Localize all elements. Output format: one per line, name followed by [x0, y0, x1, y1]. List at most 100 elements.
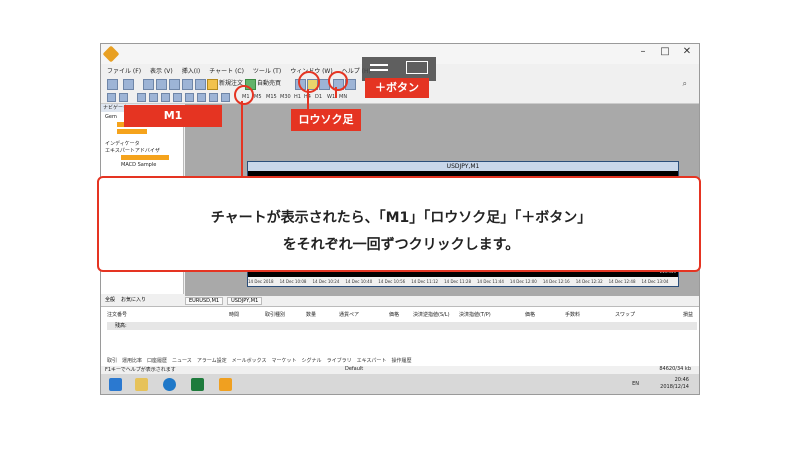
text-tool-icon[interactable]	[197, 93, 206, 102]
timeframe-m5[interactable]: M5	[254, 92, 262, 102]
col-order-no[interactable]: 注文番号	[107, 311, 127, 318]
chart-tab-eurusd[interactable]: EURUSD,M1	[185, 297, 224, 305]
nav-tab-favorites[interactable]: お気に入り	[121, 296, 146, 303]
timeframe-m15[interactable]: M15	[266, 92, 277, 102]
terminal-tabs: 取引 運用比率 口座履歴 ニュース アラーム設定 メールボックス マーケット シ…	[107, 357, 697, 366]
col-tp[interactable]: 決済指値(T/P)	[459, 311, 491, 318]
plus-button-callout: ＋ボタン	[365, 78, 429, 98]
col-size[interactable]: 数量	[306, 311, 316, 318]
masked-expert	[121, 155, 169, 160]
nav-expert-advisors[interactable]: エキスパートアドバイザ	[105, 147, 160, 154]
clock[interactable]: 20:46 2018/12/14	[660, 377, 689, 391]
maximize-icon[interactable]: □	[657, 46, 673, 57]
keyboard-icon	[406, 61, 428, 74]
time-axis-label: 14 Dec 12:16	[542, 279, 570, 284]
menu-view[interactable]: 表示 (V)	[150, 66, 173, 77]
market-watch-icon[interactable]	[143, 79, 154, 90]
navigator-icon[interactable]	[169, 79, 180, 90]
nav-indicators[interactable]: インディケータ	[105, 140, 140, 147]
status-profile: Default	[345, 366, 364, 372]
instruction-line-1: チャートが表示されたら、「M1」「ロウソク足」「＋ボタン」	[210, 210, 592, 226]
chart-tab-usdjpy[interactable]: USDJPY,M1	[227, 297, 263, 305]
col-swap[interactable]: スワップ	[615, 311, 635, 318]
status-bar: F1キーでヘルプが表示されます Default 84620/34 kb	[101, 366, 699, 374]
new-chart-icon[interactable]	[107, 79, 118, 90]
term-tab-library[interactable]: ライブラリ	[327, 357, 352, 366]
time-axis-label: 14 Dec 12:48	[608, 279, 636, 284]
time-axis-label: 14 Dec 11:28	[444, 279, 471, 284]
col-commission[interactable]: 手数料	[565, 311, 580, 318]
cursor-icon[interactable]	[107, 93, 116, 102]
crosshair-icon[interactable]	[119, 93, 128, 102]
time-axis-label: 14 Dec 13:04	[641, 279, 669, 284]
clock-time: 20:46	[674, 377, 689, 383]
language-indicator[interactable]: EN	[632, 381, 639, 387]
plus-highlight-circle	[328, 71, 348, 91]
navigator-tabs: 全般 お気に入り	[101, 294, 183, 304]
timeframe-m30[interactable]: M30	[280, 92, 291, 102]
plus-pointer-line	[335, 87, 337, 98]
term-tab-history[interactable]: 口座履歴	[147, 357, 167, 366]
term-tab-trade[interactable]: 取引	[107, 357, 117, 366]
arrows-tool-icon[interactable]	[221, 93, 230, 102]
status-help: F1キーでヘルプが表示されます	[105, 367, 176, 373]
term-tab-journal[interactable]: 操作履歴	[391, 357, 411, 366]
window-controls: – □ ✕	[635, 46, 695, 57]
masked-account	[117, 129, 147, 134]
nav-macd-sample[interactable]: MACD Sample	[121, 162, 156, 168]
col-profit[interactable]: 損益	[683, 311, 693, 318]
time-axis-label: 14 Dec 10:24	[312, 279, 340, 284]
horizontal-line-icon[interactable]	[149, 93, 158, 102]
term-tab-news[interactable]: ニュース	[172, 357, 192, 366]
ie-icon[interactable]	[163, 378, 176, 391]
search-icon[interactable]: ⌕	[683, 79, 687, 89]
terminal-icon[interactable]	[182, 79, 193, 90]
time-axis-label: 14 Dec 10:08	[279, 279, 307, 284]
balance-row[interactable]: 残高:	[107, 322, 697, 330]
nav-tab-common[interactable]: 全般	[105, 296, 115, 303]
nav-root[interactable]: Gem	[105, 114, 117, 120]
timeframe-w1[interactable]: W1	[327, 92, 335, 102]
channel-icon[interactable]	[173, 93, 182, 102]
term-tab-market[interactable]: マーケット	[272, 357, 297, 366]
col-sl[interactable]: 決済逆指値(S/L)	[413, 311, 450, 318]
term-tab-signals[interactable]: シグナル	[302, 357, 322, 366]
menu-chart[interactable]: チャート (C)	[209, 66, 244, 77]
time-axis-label: 14 Dec 2018	[248, 279, 274, 284]
minimize-icon[interactable]: –	[635, 46, 651, 57]
start-icon[interactable]	[109, 378, 122, 391]
col-price2[interactable]: 価格	[525, 311, 535, 318]
explorer-icon[interactable]	[135, 378, 148, 391]
tester-icon[interactable]	[195, 79, 206, 90]
menu-tools[interactable]: ツール (T)	[253, 66, 281, 77]
data-window-icon[interactable]	[156, 79, 167, 90]
close-icon[interactable]: ✕	[679, 46, 695, 57]
term-tab-experts[interactable]: エキスパート	[357, 357, 387, 366]
status-traffic: 84620/34 kb	[659, 366, 691, 372]
term-tab-alerts[interactable]: アラーム設定	[197, 357, 227, 366]
timeframe-d1[interactable]: D1	[315, 92, 322, 102]
vertical-line-icon[interactable]	[137, 93, 146, 102]
col-type[interactable]: 取引種別	[265, 311, 285, 318]
mt4-taskbar-icon[interactable]	[219, 378, 232, 391]
excel-icon[interactable]	[191, 378, 204, 391]
clock-date: 2018/12/14	[660, 384, 689, 390]
col-price[interactable]: 価格	[389, 311, 399, 318]
instruction-line-2: をそれぞれ一回ずつクリックします。	[282, 237, 520, 253]
new-order-icon[interactable]	[207, 79, 218, 90]
term-tab-mailbox[interactable]: メールボックス	[232, 357, 267, 366]
time-axis-label: 14 Dec 12:32	[575, 279, 603, 284]
label-tool-icon[interactable]	[209, 93, 218, 102]
auto-trade-button[interactable]: 自動売買	[257, 79, 281, 89]
menu-insert[interactable]: 挿入(I)	[182, 66, 200, 77]
fibonacci-icon[interactable]	[185, 93, 194, 102]
col-symbol[interactable]: 通貨ペア	[339, 311, 359, 318]
term-tab-exposure[interactable]: 運用比率	[122, 357, 142, 366]
col-time[interactable]: 時間	[229, 311, 239, 318]
timeframe-mn[interactable]: MN	[339, 92, 347, 102]
time-axis-label: 14 Dec 10:56	[378, 279, 406, 284]
timeframe-h1[interactable]: H1	[294, 92, 301, 102]
menu-file[interactable]: ファイル (F)	[107, 66, 141, 77]
trendline-icon[interactable]	[161, 93, 170, 102]
profiles-icon[interactable]	[123, 79, 134, 90]
